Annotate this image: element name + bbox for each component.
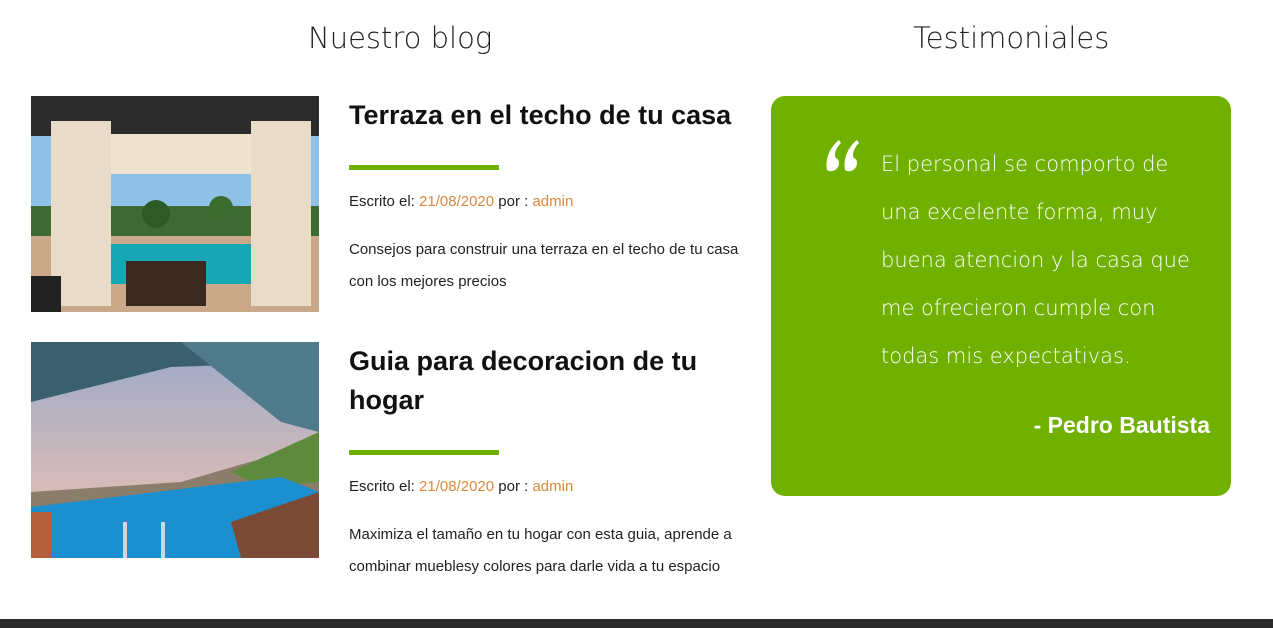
- testimonials-section-title: Testimoniales: [913, 21, 1110, 55]
- pool-photo: [31, 342, 319, 558]
- post-body: Guia para decoracion de tu hogar Escrito…: [349, 342, 754, 583]
- post-excerpt: Maximiza el tamaño en tu hogar con esta …: [349, 526, 732, 575]
- blog-section-title: Nuestro blog: [308, 21, 493, 55]
- post-excerpt: Consejos para construir una terraza en e…: [349, 241, 739, 290]
- post-date-link[interactable]: 21/08/2020: [419, 193, 494, 210]
- post-image-decoration[interactable]: [31, 342, 319, 558]
- post-meta: Escrito el: 21/08/2020 por : admin: [349, 192, 754, 212]
- post-title[interactable]: Guia para decoracion de tu hogar: [349, 342, 754, 420]
- post-image-terrace[interactable]: [31, 96, 319, 312]
- testimonial-quote: El personal se comporto de una excelente…: [881, 152, 1190, 368]
- page: Nuestro blog Testimoniales Terraza en el…: [0, 0, 1273, 628]
- testimonial-author: - Pedro Bautista: [1033, 412, 1210, 438]
- post-title-underline: [349, 165, 499, 170]
- post-author-link[interactable]: admin: [532, 193, 573, 210]
- testimonial-card: El personal se comporto de una excelente…: [771, 96, 1231, 496]
- quote-open-icon: [826, 140, 859, 172]
- post-meta-label: Escrito el:: [349, 193, 415, 210]
- post-meta-label: Escrito el:: [349, 478, 415, 495]
- post-author-link[interactable]: admin: [532, 478, 573, 495]
- terrace-photo: [31, 96, 319, 312]
- post-date-link[interactable]: 21/08/2020: [419, 478, 494, 495]
- post-body: Terraza en el techo de tu casa Escrito e…: [349, 96, 754, 298]
- post-by-label: por :: [498, 193, 529, 210]
- post-meta: Escrito el: 21/08/2020 por : admin: [349, 477, 754, 497]
- post-title[interactable]: Terraza en el techo de tu casa: [349, 96, 754, 135]
- post-title-underline: [349, 450, 499, 455]
- post-by-label: por :: [498, 478, 529, 495]
- footer-bar: [0, 619, 1273, 628]
